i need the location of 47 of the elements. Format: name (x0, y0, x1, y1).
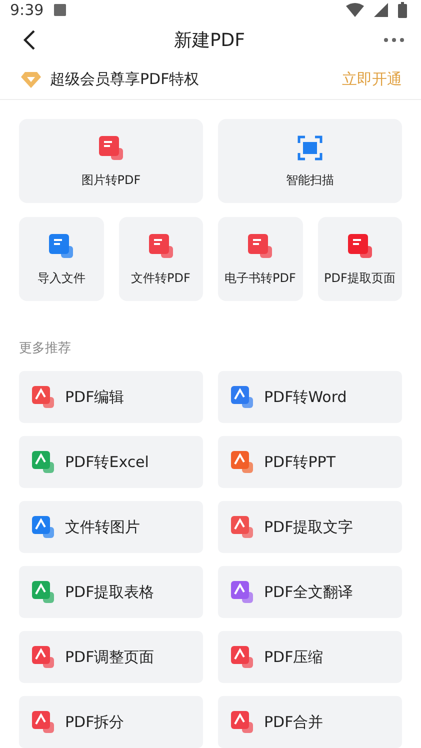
tool-tile[interactable]: 导入文件 (19, 217, 104, 301)
feature-item[interactable]: PDF编辑 (19, 371, 203, 423)
feature-label: PDF合并 (264, 712, 324, 732)
signal-icon (374, 2, 388, 17)
battery-icon (398, 2, 407, 18)
tool-tile[interactable]: 图片转PDF (19, 119, 203, 203)
feature-label: PDF提取文字 (264, 518, 354, 536)
feature-item[interactable]: PDF合并 (218, 696, 402, 748)
back-icon[interactable] (22, 28, 36, 51)
tool-label: 文件转PDF (131, 270, 190, 286)
tool-label: 图片转PDF (81, 172, 141, 188)
feature-item[interactable]: PDF转PPT (218, 436, 402, 488)
feature-label: PDF全文翻译 (264, 582, 354, 602)
tool-label: PDF提取页面 (324, 270, 396, 286)
feature-label: 文件转图片 (65, 518, 140, 536)
feature-label: PDF压缩 (264, 648, 324, 666)
tool-label: 电子书转PDF (224, 270, 296, 286)
vip-promo-text: 超级会员尊享PDF特权 (50, 70, 200, 90)
feature-label: PDF调整页面 (65, 648, 154, 666)
feature-label: PDF编辑 (65, 388, 124, 406)
tool-label: 智能扫描 (286, 172, 334, 188)
tool-tile[interactable]: PDF提取页面 (318, 217, 402, 301)
more-icon[interactable] (382, 36, 405, 43)
feature-item[interactable]: PDF提取表格 (19, 566, 203, 618)
tool-tile[interactable]: 智能扫描 (218, 119, 402, 203)
tool-label: 导入文件 (37, 270, 86, 286)
feature-item[interactable]: PDF转Excel (19, 436, 203, 488)
notification-icon (54, 4, 66, 16)
feature-item[interactable]: PDF提取文字 (218, 501, 402, 553)
feature-item[interactable]: PDF拆分 (19, 696, 203, 748)
feature-label: PDF转Excel (65, 452, 149, 472)
feature-item[interactable]: PDF转Word (218, 371, 402, 423)
feature-item[interactable]: 文件转图片 (19, 501, 203, 553)
page-title: 新建PDF (174, 28, 246, 52)
feature-item[interactable]: PDF压缩 (218, 631, 402, 683)
tool-tile[interactable]: 电子书转PDF (218, 217, 302, 301)
wifi-icon (346, 2, 364, 17)
diamond-icon (20, 70, 42, 89)
status-time: 9:39 (10, 0, 44, 19)
feature-label: PDF转PPT (264, 452, 336, 472)
feature-label: PDF转Word (264, 388, 347, 406)
feature-item[interactable]: PDF调整页面 (19, 631, 203, 683)
feature-item[interactable]: PDF全文翻译 (218, 566, 402, 618)
feature-label: PDF提取表格 (65, 582, 154, 602)
feature-label: PDF拆分 (65, 712, 124, 732)
section-title: 更多推荐 (18, 340, 72, 358)
tool-tile[interactable]: 文件转PDF (118, 217, 203, 301)
